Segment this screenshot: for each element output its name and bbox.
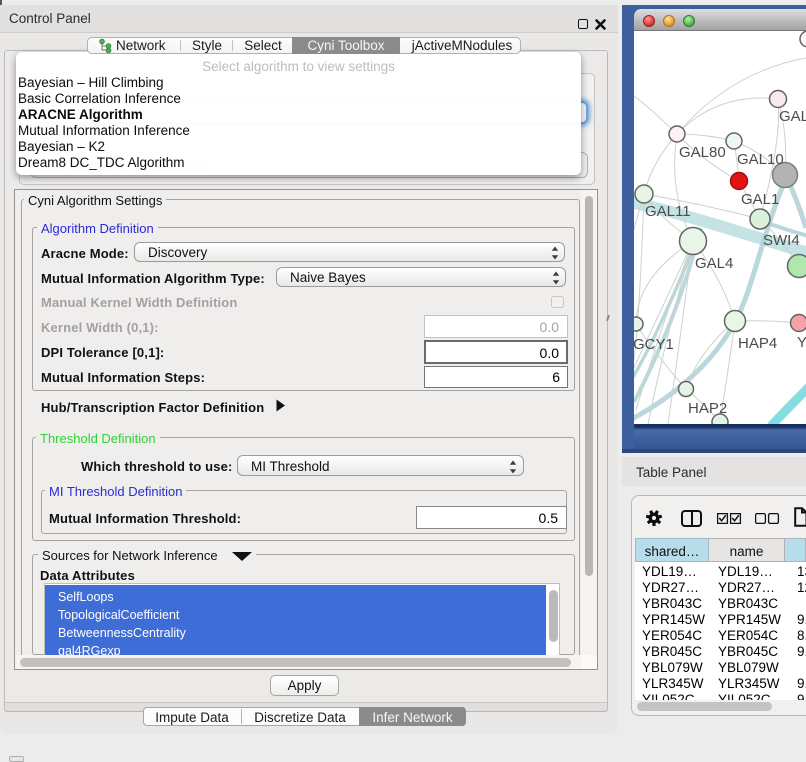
svg-text:GAL11: GAL11 xyxy=(645,203,691,220)
svg-text:GAL4: GAL4 xyxy=(695,255,733,272)
svg-text:SWI4: SWI4 xyxy=(763,232,800,249)
svg-text:HAP4: HAP4 xyxy=(738,335,777,352)
svg-text:GCY1: GCY1 xyxy=(634,336,674,353)
svg-text:YJ: YJ xyxy=(797,334,806,351)
svg-text:GAL7: GAL7 xyxy=(779,108,806,125)
svg-text:GAL1: GAL1 xyxy=(741,191,779,208)
svg-text:GAL80: GAL80 xyxy=(679,144,726,161)
svg-text:GAL10: GAL10 xyxy=(737,151,784,168)
svg-text:HAP2: HAP2 xyxy=(688,400,727,417)
